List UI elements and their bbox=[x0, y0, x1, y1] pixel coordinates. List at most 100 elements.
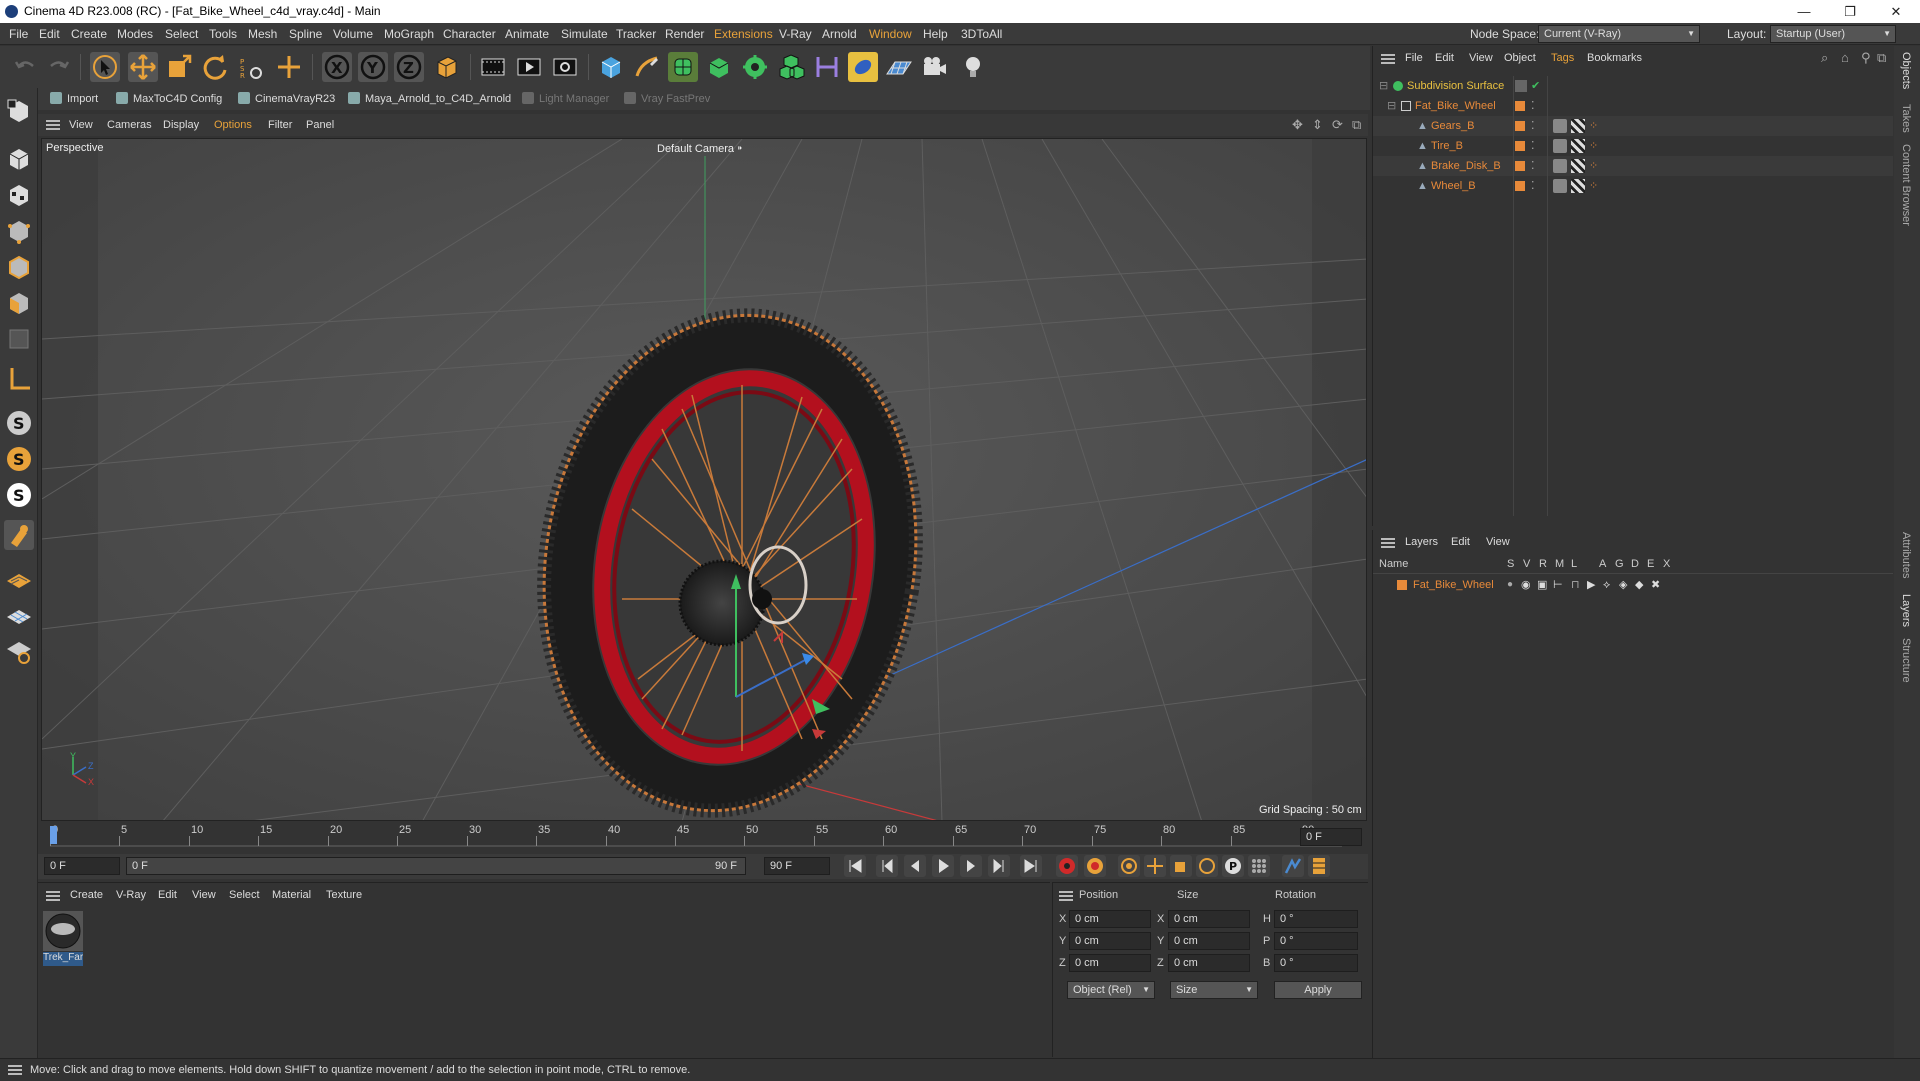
menu-help[interactable]: Help bbox=[923, 23, 948, 45]
cube-primitive-icon[interactable] bbox=[596, 52, 626, 82]
viewport-move-icon[interactable]: ✥ bbox=[1292, 114, 1303, 136]
size-y-field[interactable]: 0 cm bbox=[1168, 932, 1250, 950]
viewport-menu-display[interactable]: Display bbox=[163, 114, 199, 136]
viewport-menu-filter[interactable]: Filter bbox=[268, 114, 292, 136]
object-row-gears[interactable]: ▲ Gears_B ⁚ ⁘ bbox=[1373, 116, 1893, 136]
menu-select[interactable]: Select bbox=[165, 23, 198, 45]
material-swatch[interactable]: Trek_Far bbox=[43, 911, 83, 967]
y-axis-lock-icon[interactable]: Y bbox=[358, 52, 388, 82]
object-row-subdivision[interactable]: ⊟ Subdivision Surface ✔ bbox=[1373, 76, 1893, 96]
layer-col-e[interactable]: E bbox=[1647, 558, 1654, 570]
obj-menu-object[interactable]: Object bbox=[1504, 46, 1536, 70]
material-tag-icon[interactable]: ⁘ bbox=[1589, 136, 1598, 156]
go-to-end-icon[interactable] bbox=[1020, 855, 1042, 877]
coords-menu-icon[interactable] bbox=[1059, 891, 1073, 901]
deformers-icon[interactable]: ◈ bbox=[1619, 575, 1627, 595]
viewport-menu-options[interactable]: Options bbox=[214, 114, 252, 136]
animation-icon[interactable]: ▶ bbox=[1587, 575, 1595, 595]
object-name[interactable]: Tire_B bbox=[1431, 136, 1463, 156]
object-menu-icon[interactable] bbox=[1381, 54, 1395, 64]
end-frame-field[interactable]: 90 F bbox=[764, 857, 830, 875]
z-axis-lock-icon[interactable]: Z bbox=[394, 52, 424, 82]
material-tag-icon[interactable]: ⁘ bbox=[1589, 116, 1598, 136]
size-z-field[interactable]: 0 cm bbox=[1168, 954, 1250, 972]
collapse-icon[interactable]: ⊟ bbox=[1379, 76, 1388, 96]
layer-name[interactable]: Fat_Bike_Wheel bbox=[1413, 575, 1494, 595]
layer-col-m[interactable]: M bbox=[1555, 558, 1564, 570]
size-mode-dropdown[interactable]: Size ▼ bbox=[1170, 981, 1258, 999]
render-icon[interactable]: ▣ bbox=[1537, 575, 1547, 595]
layer-col-g[interactable]: G bbox=[1615, 558, 1624, 570]
points-mode-icon[interactable] bbox=[4, 216, 34, 246]
uvw-tag-icon[interactable] bbox=[1571, 139, 1585, 153]
mat-menu-edit[interactable]: Edit bbox=[158, 883, 177, 907]
extrude-icon[interactable] bbox=[704, 52, 734, 82]
x-axis-lock-icon[interactable]: X bbox=[322, 52, 352, 82]
edit-tag-icon[interactable] bbox=[1515, 80, 1527, 92]
xrefs-icon[interactable]: ✖ bbox=[1651, 575, 1660, 595]
go-to-start-icon[interactable] bbox=[844, 855, 866, 877]
next-key-icon[interactable] bbox=[988, 855, 1010, 877]
manager-icon[interactable]: ⊢ bbox=[1553, 575, 1563, 595]
floor-environment-icon[interactable] bbox=[884, 52, 914, 82]
timeline-window-icon[interactable] bbox=[1308, 855, 1330, 877]
object-row-brake-disk[interactable]: ▲ Brake_Disk_B ⁚ ⁘ bbox=[1373, 156, 1893, 176]
object-row-fat-bike-wheel[interactable]: ⊟ Fat_Bike_Wheel ⁚ bbox=[1373, 96, 1893, 116]
layer-menu-icon[interactable] bbox=[1381, 538, 1395, 548]
mat-menu-view[interactable]: View bbox=[192, 883, 216, 907]
render-settings-icon[interactable] bbox=[550, 52, 580, 82]
object-name[interactable]: Subdivision Surface bbox=[1407, 76, 1504, 96]
mat-menu-create[interactable]: Create bbox=[70, 883, 103, 907]
mat-menu-select[interactable]: Select bbox=[229, 883, 260, 907]
edges-mode-icon[interactable] bbox=[4, 252, 34, 282]
obj-menu-view[interactable]: View bbox=[1469, 46, 1493, 70]
key-rotation-icon[interactable] bbox=[1196, 855, 1218, 877]
solo-icon[interactable]: ● bbox=[1507, 575, 1513, 595]
make-editable-icon[interactable] bbox=[4, 96, 34, 126]
viewport-menu-cameras[interactable]: Cameras bbox=[107, 114, 152, 136]
pen-spline-icon[interactable] bbox=[632, 52, 662, 82]
visibility-dots-icon[interactable]: ⁚ bbox=[1531, 116, 1535, 136]
material-tag-icon[interactable]: ⁘ bbox=[1589, 176, 1598, 196]
field-icon[interactable] bbox=[812, 52, 842, 82]
mat-menu-vray[interactable]: V-Ray bbox=[116, 883, 146, 907]
uvw-tag-icon[interactable] bbox=[1571, 159, 1585, 173]
tab-attributes[interactable]: Attributes bbox=[1900, 532, 1912, 578]
object-row-tire[interactable]: ▲ Tire_B ⁚ ⁘ bbox=[1373, 136, 1893, 156]
object-name[interactable]: Fat_Bike_Wheel bbox=[1415, 96, 1496, 116]
next-frame-icon[interactable] bbox=[960, 855, 982, 877]
texture-mode-icon[interactable] bbox=[4, 180, 34, 210]
axis-mode-icon[interactable] bbox=[4, 364, 34, 394]
rot-h-field[interactable]: 0 ° bbox=[1274, 910, 1358, 928]
undo-icon[interactable] bbox=[10, 52, 40, 82]
menu-vray[interactable]: V-Ray bbox=[779, 23, 812, 45]
subdivision-surface-icon[interactable] bbox=[668, 52, 698, 82]
import-button[interactable]: Import bbox=[50, 88, 98, 110]
menu-simulate[interactable]: Simulate bbox=[561, 23, 608, 45]
lock-icon[interactable]: ⊓ bbox=[1571, 575, 1580, 595]
polygons-mode-icon[interactable] bbox=[4, 288, 34, 318]
phong-tag-icon[interactable] bbox=[1553, 119, 1567, 133]
light-icon[interactable] bbox=[958, 52, 988, 82]
tab-objects[interactable]: Objects bbox=[1900, 52, 1912, 89]
tab-structure[interactable]: Structure bbox=[1900, 638, 1912, 683]
node-space-dropdown[interactable]: Current (V-Ray) ▼ bbox=[1538, 25, 1700, 43]
playhead[interactable] bbox=[50, 826, 57, 844]
search-icon[interactable]: ⌕ bbox=[1821, 46, 1828, 70]
size-x-field[interactable]: 0 cm bbox=[1168, 910, 1250, 928]
scene-camera-icon[interactable] bbox=[848, 52, 878, 82]
menu-volume[interactable]: Volume bbox=[333, 23, 373, 45]
recent-tools-icon[interactable]: PSR bbox=[236, 52, 266, 82]
pos-z-field[interactable]: 0 cm bbox=[1069, 954, 1151, 972]
obj-menu-tags[interactable]: Tags bbox=[1551, 46, 1574, 70]
mat-menu-material[interactable]: Material bbox=[272, 883, 311, 907]
coord-mode-dropdown[interactable]: Object (Rel) ▼ bbox=[1067, 981, 1155, 999]
layer-col-v[interactable]: V bbox=[1523, 558, 1530, 570]
layer-row[interactable]: Fat_Bike_Wheel ● ◉ ▣ ⊢ ⊓ ▶ ⟡ ◈ ◆ ✖ bbox=[1373, 575, 1893, 595]
phong-tag-icon[interactable] bbox=[1553, 139, 1567, 153]
maya-arnold-button[interactable]: Maya_Arnold_to_C4D_Arnold bbox=[348, 88, 511, 110]
tab-content-browser[interactable]: Content Browser bbox=[1900, 144, 1912, 226]
viewport-menu-panel[interactable]: Panel bbox=[306, 114, 334, 136]
home-icon[interactable]: ⌂ bbox=[1841, 46, 1849, 70]
auto-keying-icon[interactable] bbox=[1084, 855, 1106, 877]
